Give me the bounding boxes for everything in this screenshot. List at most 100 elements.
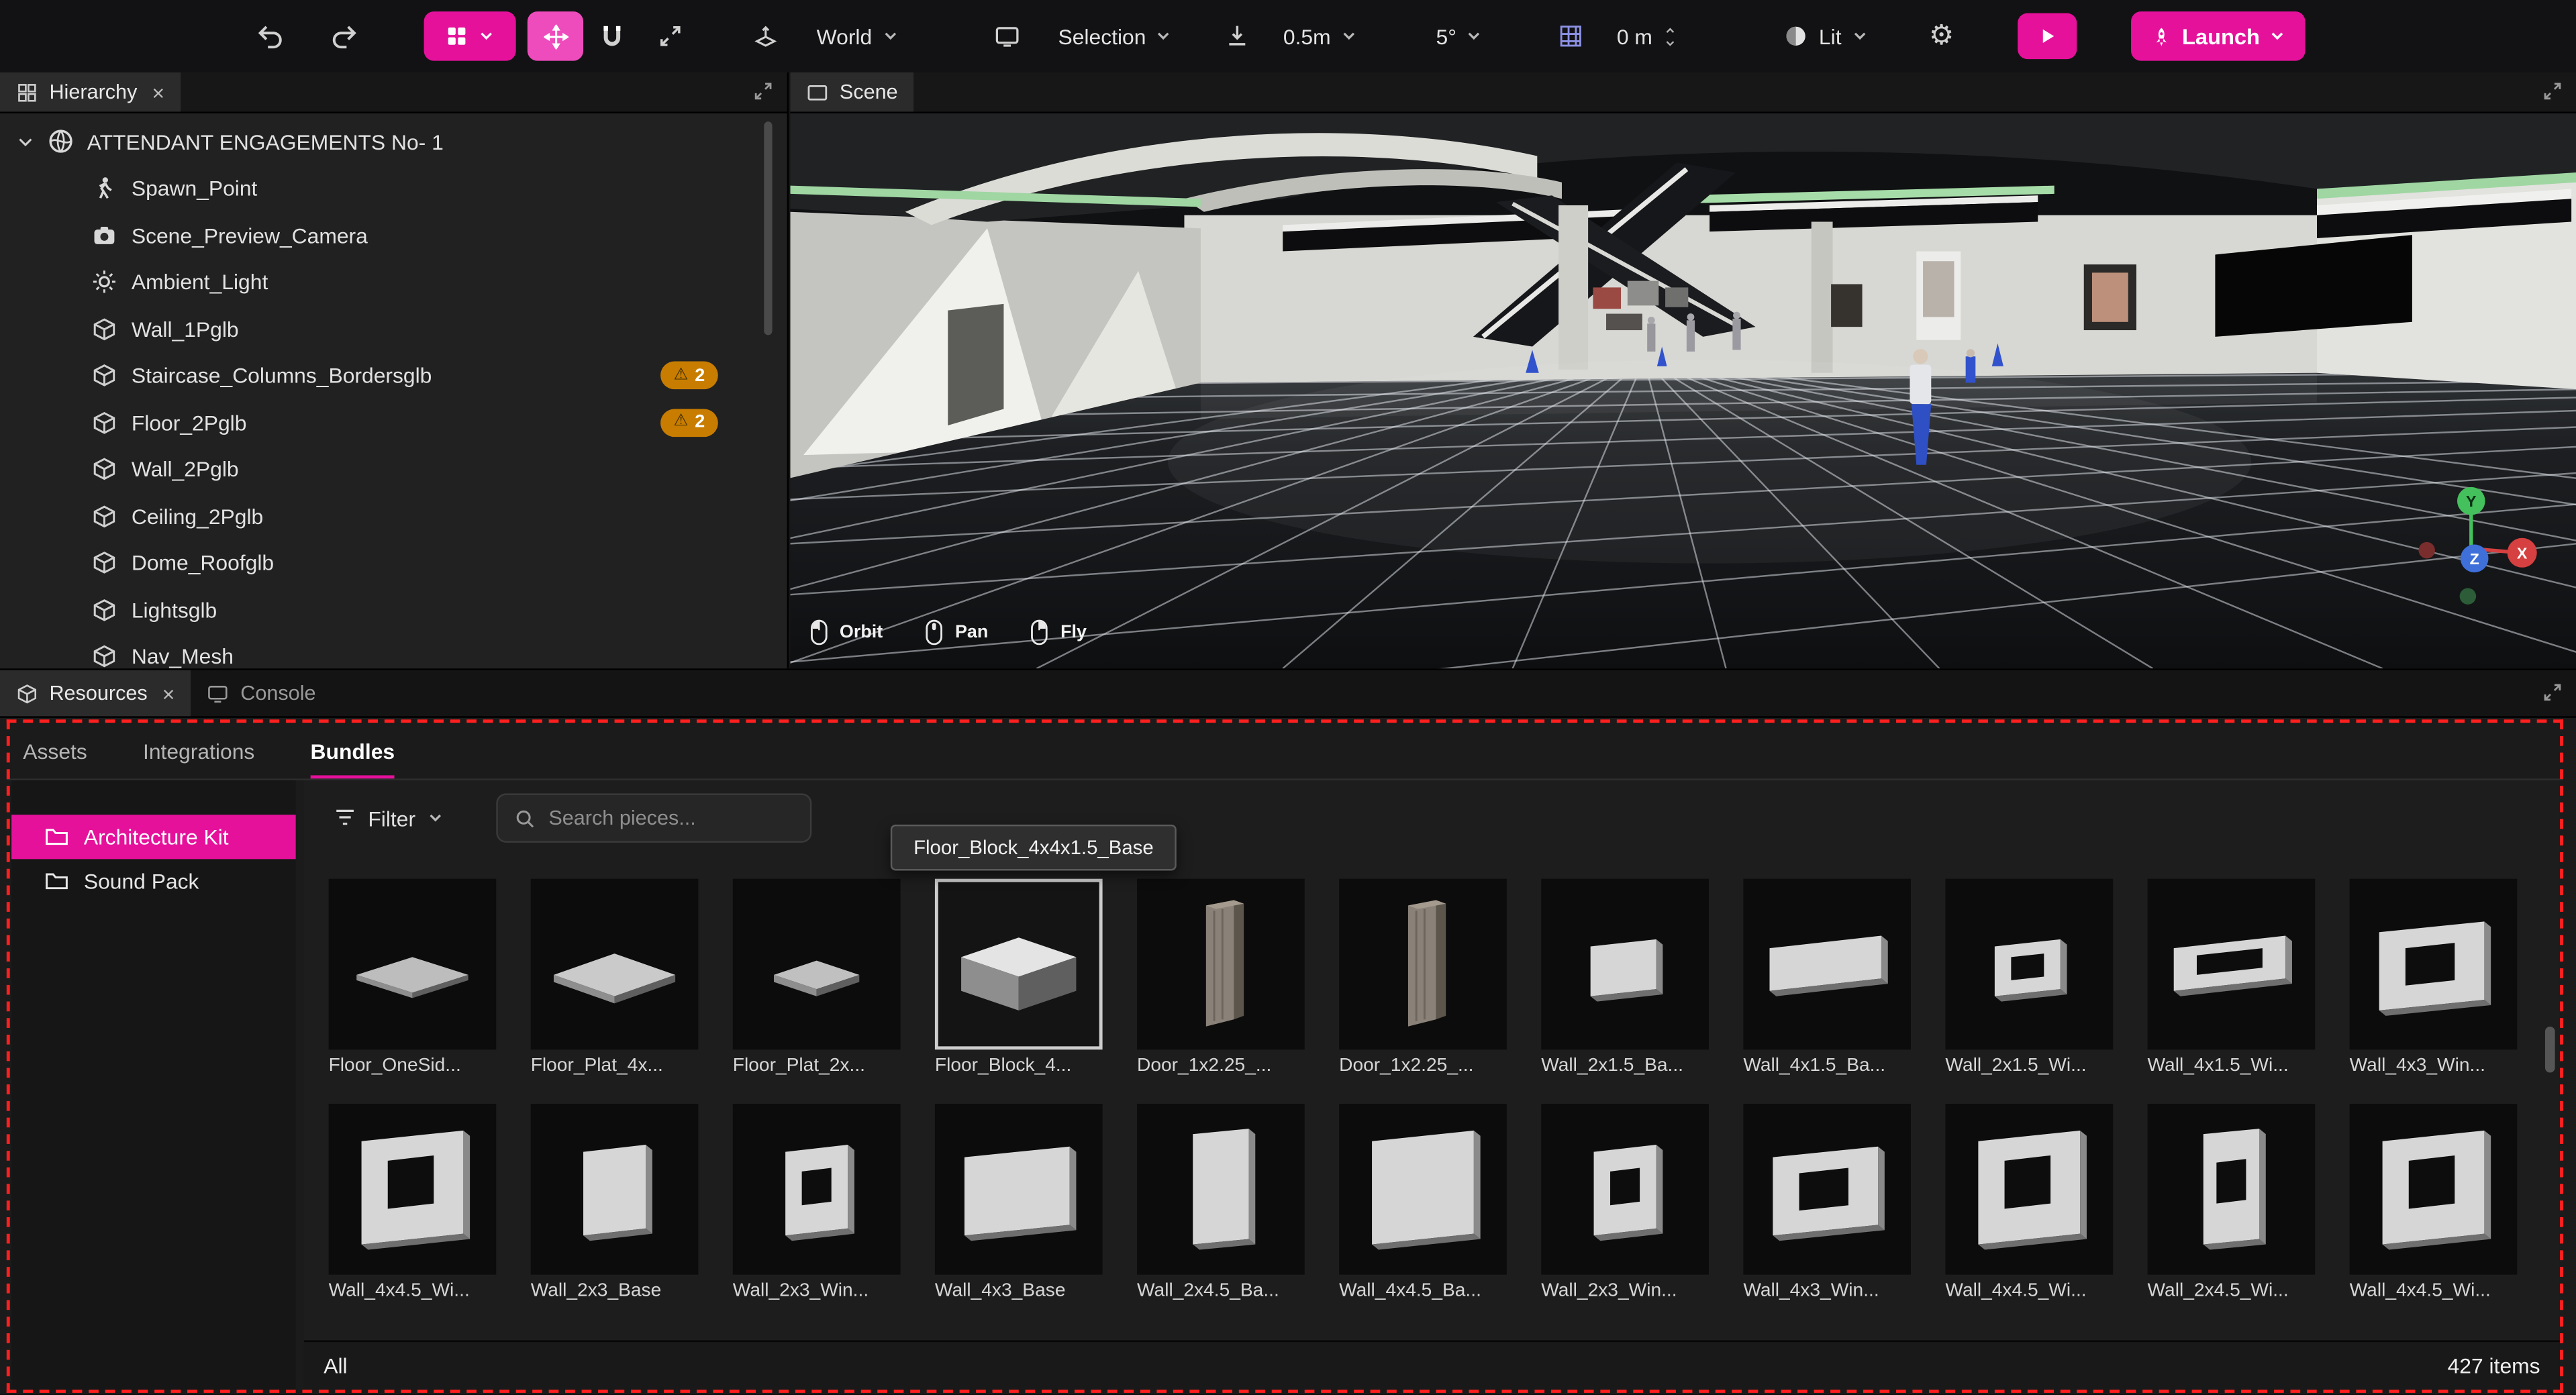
- expand-panel-button[interactable]: [752, 81, 774, 102]
- bundle-item[interactable]: Door_1x2.25_...: [1339, 879, 1507, 1076]
- hierarchy-scrollbar[interactable]: [764, 121, 772, 335]
- chevron-down-icon[interactable]: [1663, 37, 1677, 48]
- screen-preview-button[interactable]: [994, 11, 1020, 60]
- bundle-item[interactable]: Wall_4x3_Base: [935, 1104, 1103, 1301]
- cube-icon: [92, 410, 117, 435]
- grid-icon: [1558, 23, 1584, 49]
- subtab-integrations[interactable]: Integrations: [143, 739, 254, 779]
- tree-item[interactable]: Scene_Preview_Camera: [0, 212, 787, 259]
- bottom-panel: Resources × Console Assets Integrations …: [0, 668, 2576, 1394]
- tree-item-label: Wall_1Pglb: [132, 317, 239, 342]
- filter-button[interactable]: Filter: [334, 806, 444, 831]
- bundle-item[interactable]: Wall_2x1.5_Wi...: [1945, 879, 2113, 1076]
- bundle-item[interactable]: Floor_Plat_4x...: [531, 879, 699, 1076]
- launch-button[interactable]: Launch: [2131, 11, 2306, 60]
- grid-toggle-button[interactable]: [1558, 11, 1584, 60]
- expand-selection-button[interactable]: [657, 11, 683, 60]
- vertical-snap-button[interactable]: [1224, 11, 1250, 60]
- category-architecture-kit[interactable]: Architecture Kit: [11, 815, 296, 859]
- bundle-item-thumbnail: [1339, 879, 1507, 1050]
- bundle-item[interactable]: Wall_2x4.5_Wi...: [2148, 1104, 2316, 1301]
- tab-resources[interactable]: Resources ×: [0, 670, 191, 717]
- chevron-up-icon[interactable]: [1663, 23, 1677, 35]
- warning-count: 2: [695, 366, 705, 385]
- tree-item[interactable]: Ambient_Light: [0, 259, 787, 306]
- tree-item-label: Scene_Preview_Camera: [132, 223, 368, 248]
- bundle-grid: Floor_OneSid... Floor_Plat_4x... Floor_Pla…: [329, 879, 2518, 1301]
- bundle-item[interactable]: Wall_4x4.5_Wi...: [2350, 1104, 2518, 1301]
- bundle-item[interactable]: Door_1x2.25_...: [1137, 879, 1305, 1076]
- move-snap-dropdown[interactable]: 0.5m: [1283, 11, 1357, 60]
- scene-3d-view[interactable]: [790, 113, 2576, 668]
- tree-item[interactable]: Wall_2Pglb: [0, 446, 787, 493]
- close-icon[interactable]: ×: [162, 681, 175, 706]
- stepper-arrows[interactable]: [1663, 23, 1677, 48]
- search-box[interactable]: [496, 793, 811, 842]
- tree-item[interactable]: Spawn_Point: [0, 165, 787, 212]
- bundle-item-label: Wall_4x4.5_Ba...: [1339, 1275, 1507, 1301]
- snap-magnet-button[interactable]: [598, 11, 626, 60]
- expand-bottom-panel-button[interactable]: [2542, 682, 2563, 703]
- rotate-snap-dropdown[interactable]: 5°: [1436, 11, 1483, 60]
- bundle-item-thumbnail: [2148, 1104, 2316, 1275]
- redo-button[interactable]: [329, 11, 360, 60]
- tree-item[interactable]: Nav_Mesh: [0, 633, 787, 669]
- undo-button[interactable]: [254, 11, 286, 60]
- tree-item[interactable]: Floor_2Pglb⚠2: [0, 399, 787, 446]
- selection-dropdown[interactable]: Selection: [1058, 11, 1173, 60]
- search-input[interactable]: [548, 807, 779, 829]
- bundle-item[interactable]: Wall_2x3_Win...: [733, 1104, 901, 1301]
- bundle-item[interactable]: Floor_Plat_2x...: [733, 879, 901, 1076]
- tab-scene[interactable]: Scene: [790, 72, 914, 112]
- tree-item-root[interactable]: ATTENDANT ENGAGEMENTS No- 1: [0, 118, 787, 165]
- tree-item[interactable]: Lightsglb: [0, 586, 787, 633]
- chevron-down-icon: [1340, 28, 1356, 44]
- bundle-item[interactable]: Wall_4x1.5_Wi...: [2148, 879, 2316, 1076]
- bundle-item-thumbnail: [531, 1104, 699, 1275]
- viewport-hints: Orbit Pan Fly: [810, 619, 1087, 645]
- gizmo-neg-y[interactable]: [2460, 588, 2476, 604]
- tree-item[interactable]: Staircase_Columns_Bordersglb⚠2: [0, 352, 787, 399]
- cube-icon: [92, 504, 117, 529]
- grid-height-stepper[interactable]: 0 m: [1617, 11, 1677, 60]
- bundle-item[interactable]: Floor_OneSid...: [329, 879, 497, 1076]
- bundle-item-label: Floor_Plat_4x...: [531, 1049, 699, 1076]
- bundle-item-thumbnail: [733, 1104, 901, 1275]
- bundle-item[interactable]: Wall_4x4.5_Wi...: [329, 1104, 497, 1301]
- category-sound-pack[interactable]: Sound Pack: [11, 859, 296, 903]
- bundle-scrollbar[interactable]: [2545, 1027, 2555, 1073]
- bundle-item[interactable]: Floor_Block_4...: [935, 879, 1103, 1076]
- gizmo-neg-x[interactable]: [2418, 542, 2434, 558]
- bundle-item[interactable]: Wall_4x3_Win...: [1743, 1104, 1911, 1301]
- bundle-item[interactable]: Wall_4x3_Win...: [2350, 879, 2518, 1076]
- world-dropdown[interactable]: World: [817, 11, 899, 60]
- bundle-item[interactable]: Wall_4x4.5_Ba...: [1339, 1104, 1507, 1301]
- chevron-down-icon[interactable]: [16, 133, 34, 151]
- play-button[interactable]: [2018, 13, 2077, 60]
- bundle-item[interactable]: Wall_2x4.5_Ba...: [1137, 1104, 1305, 1301]
- bundle-item[interactable]: Wall_2x3_Base: [531, 1104, 699, 1301]
- shading-dropdown[interactable]: Lit: [1783, 11, 1868, 60]
- view-gizmo[interactable]: Y X Z: [2399, 481, 2543, 616]
- bundle-item[interactable]: Wall_4x4.5_Wi...: [1945, 1104, 2113, 1301]
- transform-space-button[interactable]: [752, 11, 779, 60]
- lit-sphere-icon: [1783, 23, 1809, 49]
- tab-console[interactable]: Console: [191, 670, 332, 717]
- settings-button[interactable]: ⚙: [1929, 11, 1954, 60]
- subtab-assets[interactable]: Assets: [23, 739, 87, 779]
- bundle-item[interactable]: Wall_4x1.5_Ba...: [1743, 879, 1911, 1076]
- tree-item[interactable]: Dome_Roofglb: [0, 539, 787, 586]
- tree-item[interactable]: Wall_1Pglb: [0, 305, 787, 352]
- tree-item[interactable]: Ceiling_2Pglb: [0, 493, 787, 539]
- close-icon[interactable]: ×: [152, 80, 164, 105]
- move-tool-button[interactable]: [528, 11, 583, 60]
- bundle-item-label: Wall_4x4.5_Wi...: [1945, 1275, 2113, 1301]
- hint-orbit-label: Orbit: [840, 623, 883, 642]
- tab-hierarchy[interactable]: Hierarchy ×: [0, 72, 181, 112]
- bundle-item[interactable]: Wall_2x1.5_Ba...: [1541, 879, 1709, 1076]
- view-layout-button[interactable]: [424, 11, 516, 60]
- bundle-item[interactable]: Wall_2x3_Win...: [1541, 1104, 1709, 1301]
- subtab-bundles[interactable]: Bundles: [311, 739, 395, 779]
- wall-2x3-shape: [531, 1104, 699, 1275]
- expand-viewport-button[interactable]: [2542, 81, 2563, 102]
